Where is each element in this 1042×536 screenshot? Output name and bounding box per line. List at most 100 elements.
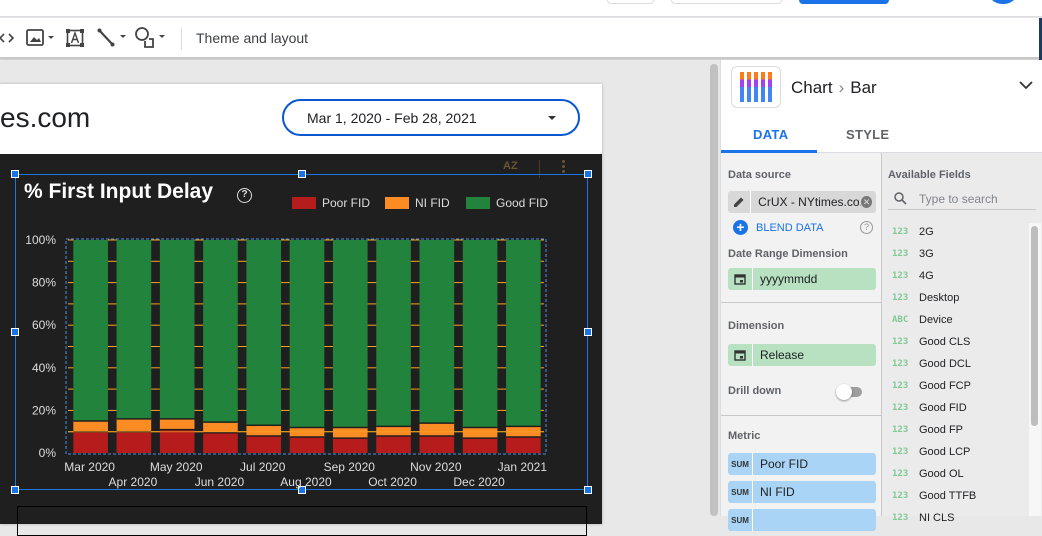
text-box-icon[interactable] xyxy=(66,27,84,49)
field-item[interactable]: 123 3G xyxy=(892,248,934,260)
aggregation-label[interactable]: SUM xyxy=(728,481,753,503)
dimension-value: Release xyxy=(760,348,805,362)
bar-segment-poor-fid xyxy=(116,431,152,453)
line-icon[interactable] xyxy=(97,27,129,49)
search-placeholder: Type to search xyxy=(919,191,998,206)
y-tick-label: 40% xyxy=(32,361,56,375)
x-tick-label: Dec 2020 xyxy=(453,475,505,489)
tab-data[interactable]: DATA xyxy=(753,127,788,142)
data-source-name: CrUX - NYtimes.co... xyxy=(758,195,861,209)
divider xyxy=(721,302,882,303)
help-icon[interactable]: ? xyxy=(860,221,873,234)
bar-segment-good-fid xyxy=(73,240,108,422)
field-item[interactable]: 123 Good OL xyxy=(892,468,964,480)
number-type-icon: 123 xyxy=(892,271,909,281)
stacked-bar-chart-icon xyxy=(731,66,781,108)
number-type-icon: 123 xyxy=(892,293,909,303)
text-type-icon: ABC xyxy=(892,315,909,325)
bar-segment-poor-fid xyxy=(376,435,411,453)
chart-type-header[interactable]: Chart › Bar xyxy=(721,60,1042,115)
bar-segment-poor-fid xyxy=(73,431,108,453)
properties-panel: Chart › Bar DATA STYLE Data source CrUX - … xyxy=(720,60,1042,531)
bar-segment-poor-fid xyxy=(289,437,325,453)
number-type-icon: 123 xyxy=(892,249,909,259)
shape-icon[interactable] xyxy=(135,27,169,49)
field-item[interactable]: 123 4G xyxy=(892,270,934,282)
metric-chip[interactable]: SUM Poor FID xyxy=(728,453,876,475)
number-type-icon: 123 xyxy=(892,491,909,501)
header-button[interactable] xyxy=(607,0,654,4)
field-item[interactable]: 123 Good TTFB xyxy=(892,490,976,502)
header-split-button[interactable] xyxy=(671,0,782,4)
number-type-icon: 123 xyxy=(892,359,909,369)
x-tick-label: Oct 2020 xyxy=(368,475,417,489)
bar-segment-ni-fid xyxy=(203,422,238,433)
aggregation-label[interactable]: SUM xyxy=(728,453,753,475)
field-item[interactable]: 123 Good CLS xyxy=(892,336,970,348)
tab-style[interactable]: STYLE xyxy=(846,127,889,142)
scrollbar-thumb[interactable] xyxy=(710,64,718,516)
field-item[interactable]: 123 2G xyxy=(892,226,934,238)
field-name: Good DCL xyxy=(919,358,971,370)
field-item[interactable]: 123 Desktop xyxy=(892,292,959,304)
field-item[interactable]: 123 Good LCP xyxy=(892,446,970,458)
x-tick-label: Apr 2020 xyxy=(109,475,158,489)
date-range-dimension-chip[interactable]: yyyymmdd xyxy=(728,268,876,290)
blend-data-button[interactable]: + BLEND DATA xyxy=(733,220,823,235)
drill-down-toggle[interactable] xyxy=(836,384,862,400)
field-item[interactable]: 123 Good FP xyxy=(892,424,963,436)
bar-segment-poor-fid xyxy=(462,438,498,453)
code-embed-icon[interactable] xyxy=(0,27,14,49)
image-icon[interactable] xyxy=(26,27,56,49)
chart-section: AZ % First Input Delay ? Poor FID NI FID xyxy=(0,154,602,536)
theme-and-layout-button[interactable]: Theme and layout xyxy=(196,30,308,46)
bar-segment-ni-fid xyxy=(462,427,498,439)
field-name: Good CLS xyxy=(919,336,971,348)
data-source-chip[interactable]: CrUX - NYtimes.co... ✕ xyxy=(728,191,876,213)
field-item[interactable]: 123 Good FCP xyxy=(892,380,971,392)
metric-chip[interactable]: SUM NI FID xyxy=(728,481,876,503)
field-name: Good LCP xyxy=(919,446,971,458)
canvas-scrollbar[interactable] xyxy=(708,60,720,516)
bar-segment-ni-fid xyxy=(419,423,455,436)
dimension-label: Dimension xyxy=(728,320,785,332)
field-name: NI CLS xyxy=(919,512,955,524)
bar-segment-good-fid xyxy=(203,240,238,423)
number-type-icon: 123 xyxy=(892,425,909,435)
bar-segment-good-fid xyxy=(332,240,368,428)
fields-scrollbar-thumb[interactable] xyxy=(1031,226,1038,426)
available-fields-column: Available Fields Type to search 123 2G 123… xyxy=(882,153,1042,524)
field-name: 2G xyxy=(919,226,934,238)
number-type-icon: 123 xyxy=(892,447,909,457)
breadcrumb-bar: Bar xyxy=(850,78,877,97)
remove-icon[interactable]: ✕ xyxy=(860,196,873,208)
field-item[interactable]: ABC Device xyxy=(892,314,953,326)
bar-segment-good-fid xyxy=(462,240,498,428)
bar-segment-ni-fid xyxy=(376,426,411,436)
field-name: Good TTFB xyxy=(919,490,977,502)
metric-name: Poor FID xyxy=(760,457,809,471)
y-tick-label: 20% xyxy=(32,403,56,417)
bar-segment-ni-fid xyxy=(289,427,325,438)
metric-chip[interactable]: SUM xyxy=(728,509,876,531)
field-search[interactable]: Type to search xyxy=(888,188,1036,210)
toolbar-divider xyxy=(181,28,182,50)
field-name: Good OL xyxy=(919,468,964,480)
field-name: Good FP xyxy=(919,424,964,436)
field-item[interactable]: 123 Good DCL xyxy=(892,358,971,370)
avatar[interactable] xyxy=(990,0,1016,4)
date-range-control[interactable]: Mar 1, 2020 - Feb 28, 2021 xyxy=(282,99,580,136)
bar-segment-good-fid xyxy=(116,240,152,419)
bar-segment-poor-fid xyxy=(203,432,238,453)
dimension-chip[interactable]: Release xyxy=(728,344,876,366)
aggregation-label[interactable]: SUM xyxy=(728,509,753,531)
field-item[interactable]: 123 Good FID xyxy=(892,402,967,414)
report-title[interactable]: es.com xyxy=(0,102,90,134)
calendar-icon xyxy=(728,344,753,366)
field-item[interactable]: 123 NI CLS xyxy=(892,512,954,524)
bar-segment-ni-fid xyxy=(73,421,108,432)
pencil-icon[interactable] xyxy=(728,191,752,213)
chevron-down-icon[interactable] xyxy=(1019,80,1033,90)
next-chart-card[interactable] xyxy=(17,506,587,536)
share-button[interactable] xyxy=(799,0,889,4)
